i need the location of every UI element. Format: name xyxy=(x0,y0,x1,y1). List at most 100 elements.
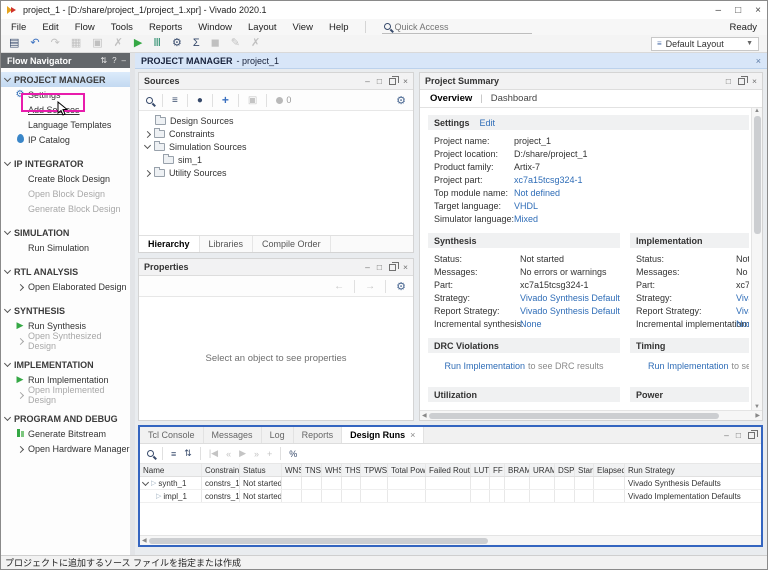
tab-overview[interactable]: Overview xyxy=(430,93,472,104)
minimize-icon[interactable]: – xyxy=(724,430,729,440)
scroll-to-icon[interactable]: ● xyxy=(197,95,203,106)
close-icon[interactable]: × xyxy=(756,56,761,66)
tree-item-constraints[interactable]: Constraints xyxy=(139,127,413,140)
run-implementation-link[interactable]: Run Implementation xyxy=(648,361,729,371)
sources-title-bar[interactable]: Sources – □ × xyxy=(139,73,413,90)
flow-section-program-and-debug[interactable]: PROGRAM AND DEBUG xyxy=(1,411,130,426)
close-icon[interactable]: × xyxy=(752,76,757,86)
tab-design-runs[interactable]: Design Runs × xyxy=(342,427,424,443)
project-part-link[interactable]: xc7a15tcsg324-1 xyxy=(514,175,743,185)
gear-icon[interactable]: ⚙ xyxy=(172,38,182,49)
tab-messages[interactable]: Messages xyxy=(204,427,262,443)
edit-link[interactable]: Edit xyxy=(480,118,496,128)
tab-hierarchy[interactable]: Hierarchy xyxy=(139,236,200,252)
tab-reports[interactable]: Reports xyxy=(294,427,343,443)
close-icon[interactable]: × xyxy=(410,430,415,440)
menu-edit[interactable]: Edit xyxy=(42,22,58,33)
horizontal-scrollbar[interactable]: ◀ ▶ xyxy=(420,410,762,420)
col-constraints[interactable]: Constraints xyxy=(202,464,240,476)
chevron-right-icon[interactable] xyxy=(144,130,151,137)
expand-all-icon[interactable]: ≡ xyxy=(172,95,178,106)
sidebar-item-open-elaborated-design[interactable]: Open Elaborated Design xyxy=(1,279,130,294)
minimize-icon[interactable]: – xyxy=(122,56,126,65)
maximize-icon[interactable]: □ xyxy=(736,430,741,440)
flow-section-simulation[interactable]: SIMULATION xyxy=(1,225,130,240)
col-run-strategy[interactable]: Run Strategy xyxy=(625,464,761,476)
quick-access-box[interactable] xyxy=(382,21,532,34)
quick-access-input[interactable] xyxy=(395,22,515,32)
open-file-icon[interactable]: ▤ xyxy=(9,38,19,49)
menu-reports[interactable]: Reports xyxy=(149,22,182,33)
top-module-link[interactable]: Not defined xyxy=(514,188,743,198)
percent-icon[interactable]: % xyxy=(289,449,297,459)
minimize-icon[interactable]: – xyxy=(365,76,370,86)
col-uram[interactable]: URAM xyxy=(530,464,555,476)
col-ff[interactable]: FF xyxy=(490,464,505,476)
report-strategy-link[interactable]: Vivado Synthesis Default Reports xyxy=(520,306,620,316)
col-status[interactable]: Status xyxy=(240,464,282,476)
col-bram[interactable]: BRAM xyxy=(505,464,530,476)
menu-file[interactable]: File xyxy=(11,22,26,33)
float-icon[interactable] xyxy=(748,432,755,439)
menu-window[interactable]: Window xyxy=(198,22,232,33)
close-icon[interactable]: × xyxy=(403,76,408,86)
add-sources-icon[interactable]: + xyxy=(222,93,229,107)
scroll-left-icon[interactable]: ◀ xyxy=(422,412,427,419)
target-language-link[interactable]: VHDL xyxy=(514,201,743,211)
table-row-impl-1[interactable]: ▷ impl_1 constrs_1 Not started Vivado Im… xyxy=(140,490,761,503)
float-icon[interactable] xyxy=(389,78,396,85)
chevron-down-icon[interactable] xyxy=(144,142,151,149)
report-strategy-link[interactable]: Vivado Implementation Default Reports xyxy=(736,306,749,316)
menu-view[interactable]: View xyxy=(293,22,313,33)
flow-section-rtl-analysis[interactable]: RTL ANALYSIS xyxy=(1,264,130,279)
strategy-link[interactable]: Vivado Synthesis Defaults xyxy=(520,293,620,303)
tab-dashboard[interactable]: Dashboard xyxy=(491,93,537,104)
sidebar-item-settings[interactable]: ⚙ Settings xyxy=(1,87,130,102)
project-summary-title-bar[interactable]: Project Summary □ × xyxy=(420,73,762,90)
tree-item-simulation-sources[interactable]: Simulation Sources xyxy=(139,140,413,153)
menu-layout[interactable]: Layout xyxy=(248,22,277,33)
col-failed-routes[interactable]: Failed Routes xyxy=(426,464,471,476)
search-icon[interactable] xyxy=(147,450,154,457)
sidebar-item-language-templates[interactable]: Language Templates xyxy=(1,117,130,132)
float-icon[interactable] xyxy=(738,78,745,85)
flow-steps-icon[interactable]: Ⅲ xyxy=(153,38,161,49)
col-lut[interactable]: LUT xyxy=(471,464,490,476)
sidebar-item-generate-bitstream[interactable]: Generate Bitstream xyxy=(1,426,130,441)
float-icon[interactable] xyxy=(389,264,396,271)
search-icon[interactable] xyxy=(146,97,153,104)
scroll-up-icon[interactable]: ▲ xyxy=(754,108,760,114)
collapse-all-icon[interactable]: ⇅ xyxy=(184,448,192,459)
col-dsp[interactable]: DSP xyxy=(555,464,575,476)
tree-item-sim-1[interactable]: sim_1 xyxy=(139,153,413,166)
scroll-left-icon[interactable]: ◀ xyxy=(142,537,147,544)
layout-selector[interactable]: ≡ Default Layout ▼ xyxy=(651,37,759,51)
col-total-power[interactable]: Total Power xyxy=(388,464,426,476)
scroll-right-icon[interactable]: ▶ xyxy=(755,412,760,419)
window-minimize-button[interactable]: – xyxy=(716,5,722,16)
table-row-synth-1[interactable]: ▷ synth_1 constrs_1 Not started Vivado S… xyxy=(140,477,761,490)
close-icon[interactable]: × xyxy=(403,262,408,272)
sigma-report-icon[interactable]: Σ xyxy=(193,38,200,49)
col-whs[interactable]: WHS xyxy=(322,464,342,476)
sidebar-item-ip-catalog[interactable]: IP Catalog xyxy=(1,132,130,147)
sidebar-item-open-hardware-manager[interactable]: Open Hardware Manager xyxy=(1,441,130,456)
undo-icon[interactable]: ↶ xyxy=(30,38,39,49)
vertical-scrollbar[interactable]: ▲ ▼ xyxy=(751,108,762,410)
col-tns[interactable]: TNS xyxy=(302,464,322,476)
strategy-link[interactable]: Vivado Implementation Defaults xyxy=(736,293,749,303)
maximize-icon[interactable]: □ xyxy=(377,76,382,86)
col-ths[interactable]: THS xyxy=(342,464,361,476)
window-maximize-button[interactable]: □ xyxy=(735,5,741,16)
window-close-button[interactable]: × xyxy=(755,5,761,16)
incremental-link[interactable]: None xyxy=(736,319,749,329)
sidebar-item-add-sources[interactable]: Add Sources xyxy=(1,102,130,117)
gear-icon[interactable]: ⚙ xyxy=(396,94,406,107)
menu-flow[interactable]: Flow xyxy=(75,22,95,33)
minimize-icon[interactable]: – xyxy=(365,262,370,272)
tree-item-design-sources[interactable]: Design Sources xyxy=(139,114,413,127)
expand-all-icon[interactable]: ≡ xyxy=(171,449,176,459)
tab-libraries[interactable]: Libraries xyxy=(200,236,254,252)
flow-section-project-manager[interactable]: PROJECT MANAGER xyxy=(1,72,130,87)
help-icon[interactable]: ? xyxy=(112,56,116,65)
